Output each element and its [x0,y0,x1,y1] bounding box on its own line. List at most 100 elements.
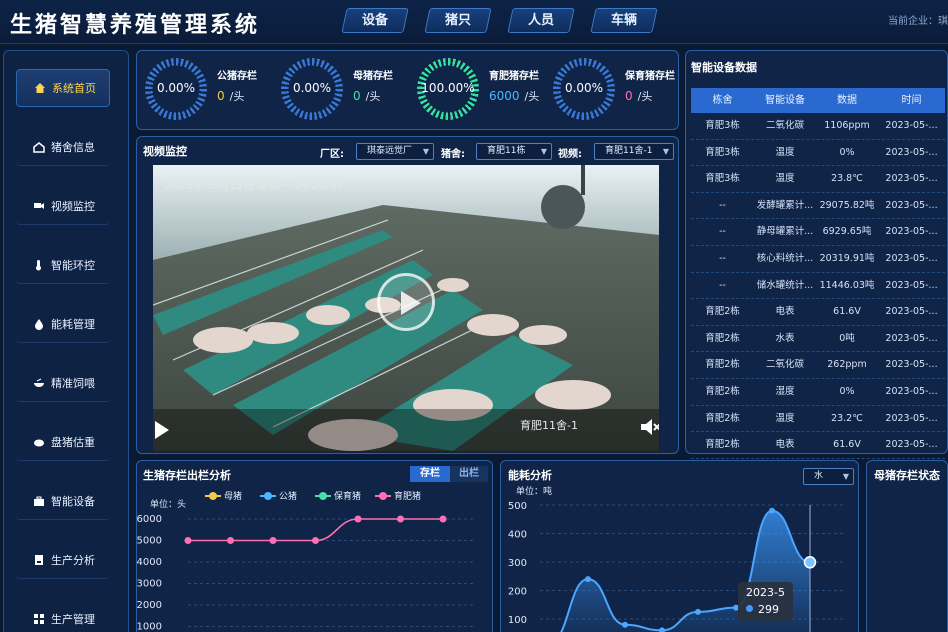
table-row[interactable]: 育肥2栋 水表 0吨 2023-05-... [691,326,945,353]
device-data-title: 智能设备数据 [691,61,757,74]
tab-staff[interactable]: 人员 [507,8,575,33]
top-header: 生猪智慧养殖管理系统 设备 猪只 人员 车辆 当前企业：琪 [0,0,948,44]
table-cell: 6929.65吨 [822,226,872,238]
table-cell: 育肥2栋 [705,412,740,424]
stock-count: 6000 [489,89,520,103]
data-point [622,621,628,628]
table-cell: 2023-05-... [885,386,938,397]
table-row[interactable]: 育肥2栋 电表 61.6V 2023-05-... [691,299,945,326]
play-icon[interactable] [155,421,169,439]
table-cell: 静母罐累计... [756,226,814,238]
document-icon [33,554,45,566]
stock-count: 0 [625,89,633,103]
factory-select[interactable]: 琪泰远觉厂 ▼ [356,143,434,160]
sidebar-item-smart-devices[interactable]: 智能设备 [16,482,110,520]
sidebar-item-home[interactable]: 系统首页 [16,69,110,107]
sidebar-item-production-analysis[interactable]: 生产分析 [16,541,110,579]
table-cell: 0% [839,146,855,158]
table-cell: 电表 [775,439,795,451]
table-cell: 2023-05-... [885,279,938,291]
stock-unit: /头 [524,90,540,103]
sidebar-item-label: 生产分析 [51,553,95,567]
table-cell: 0吨 [839,332,855,344]
tab-devices[interactable]: 设备 [341,8,409,33]
data-point [354,515,362,523]
video-select[interactable]: 育肥11舍-1 ▼ [594,143,674,160]
energy-type-select[interactable]: 水 ▼ [803,468,854,485]
stock-count: 0 [217,89,225,103]
video-center-play-button[interactable] [377,273,435,331]
table-cell: 核心料统计... [756,253,814,264]
data-point [184,537,192,544]
scale-icon [33,436,45,448]
camera-icon [33,200,45,212]
legend-marker [375,491,391,500]
sidebar-item-pig-house-info[interactable]: 猪舍信息 [16,128,110,166]
y-tick-label: 6000 [137,514,162,525]
table-cell: 育肥2栋 [705,332,740,344]
tab-out-stock[interactable]: 出栏 [450,466,488,482]
tab-pigs[interactable]: 猪只 [424,8,492,33]
stock-line-chart: 1000 2000 3000 4000 5000 6000 [137,514,476,632]
thermometer-icon [33,259,45,271]
sidebar-item-video-monitor[interactable]: 视频监控 [16,187,110,225]
table-row[interactable]: 育肥2栋 二氧化碳 262ppm 2023-05-... [691,352,945,379]
stock-analysis-title: 生猪存栏出栏分析 [143,469,231,482]
data-point [397,515,404,523]
table-cell: 2023-05-... [885,306,938,318]
y-tick-label: 4000 [137,557,162,568]
device-table-header: 栋舍 智能设备 数据 时间 [691,88,945,113]
sidebar-item-precision-feeding[interactable]: 精准饲喂 [16,364,110,402]
table-cell: 育肥2栋 [705,439,740,451]
y-tick-label: 1000 [137,622,162,632]
data-point [659,627,665,632]
sidebar-item-env-control[interactable]: 智能环控 [16,246,110,284]
table-row[interactable]: -- 静母罐累计... 6929.65吨 2023-05-... [691,219,945,246]
chevron-down-icon: ▼ [842,472,849,481]
barn-icon [33,141,45,153]
table-row[interactable]: -- 发酵罐累计... 29075.82吨 2023-05-... [691,193,945,220]
table-cell: 2023-05-... [885,173,938,185]
table-row[interactable]: -- 核心料统计... 20319.91吨 2023-05-... [691,246,945,273]
data-point [312,537,319,544]
sidebar-item-label: 猪舍信息 [51,140,95,154]
table-cell: 2023-05-... [885,226,938,238]
sidebar-item-production-management[interactable]: 生产管理 [16,600,110,632]
table-cell: 0% [839,386,855,397]
sidebar-item-label: 智能设备 [51,494,95,508]
table-cell: 1106ppm [824,120,870,131]
table-cell: 2023-05-... [885,412,938,424]
table-cell: 育肥3栋 [705,173,740,185]
table-row[interactable]: 育肥2栋 湿度 0% 2023-05-... [691,379,945,406]
video-panel-title: 视频监控 [143,145,187,158]
barn-select[interactable]: 育肥11栋 ▼ [476,143,552,160]
table-cell: 2023-05-... [885,359,938,371]
table-row[interactable]: 育肥3栋 二氧化碳 1106ppm 2023-05-... [691,113,945,140]
play-icon [401,291,421,315]
tab-vehicles[interactable]: 车辆 [590,8,658,33]
table-row[interactable]: -- 储水罐统计... 11446.03吨 2023-05-... [691,273,945,300]
sidebar-item-pig-weighing[interactable]: 盘猪估重 [16,423,110,461]
feed-bowl-icon [33,377,45,389]
table-row[interactable]: 育肥2栋 温度 23.2℃ 2023-05-... [691,406,945,433]
chevron-down-icon: ▼ [662,147,669,156]
sow-status-panel [866,460,948,632]
legend-marker [260,491,276,500]
table-row[interactable]: 育肥3栋 温度 23.8℃ 2023-05-... [691,166,945,193]
mute-icon[interactable] [641,418,659,436]
y-tick-label: 200 [508,587,527,598]
data-point [695,608,701,615]
table-cell: 二氧化碳 [765,120,804,131]
tooltip-value: 299 [758,603,779,616]
table-row[interactable]: 育肥3栋 温度 0% 2023-05-... [691,140,945,167]
chart-tooltip: 2023-5 299 [738,582,793,622]
table-row[interactable]: 育肥2栋 电表 61.6V 2023-05-... [691,432,945,459]
toolbox-icon [33,495,45,507]
table-cell: 2023-05-... [885,253,938,264]
tab-in-stock[interactable]: 存栏 [410,466,450,482]
video-player[interactable]: 2023年05月15日 星期一 14:20:57 育肥11舍-1 [153,165,659,451]
sidebar-item-energy-management[interactable]: 能耗管理 [16,305,110,343]
legend-marker [205,491,221,500]
table-cell: 发酵罐累计... [756,199,814,211]
y-tick-label: 3000 [137,579,162,590]
